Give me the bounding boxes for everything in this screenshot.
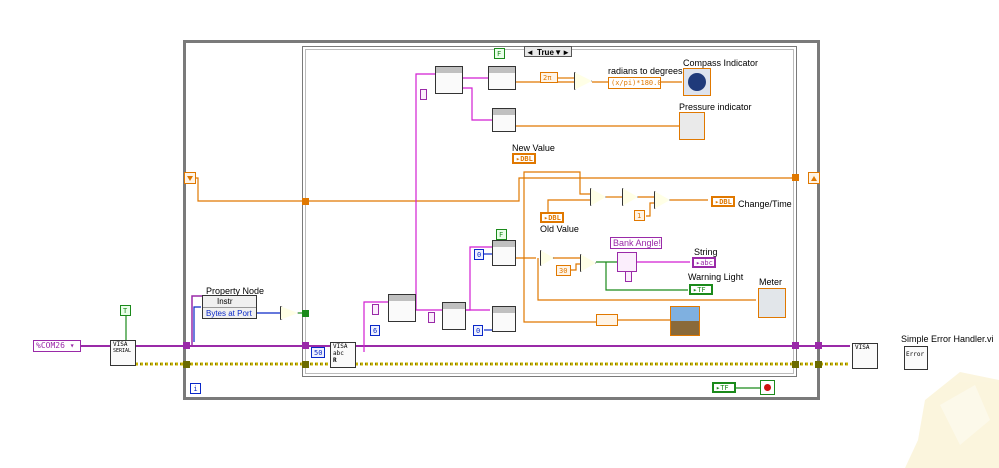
change-time-label: Change/Time: [738, 199, 792, 209]
loop-iteration-terminal: i: [190, 383, 201, 394]
index-array-node-bank[interactable]: [492, 240, 516, 266]
warning-light-terminal[interactable]: ▸TF: [689, 284, 713, 295]
tunnel: [815, 361, 822, 368]
tunnel: [302, 310, 309, 317]
visa-close-node[interactable]: VISA: [852, 343, 878, 369]
shift-register-left[interactable]: [184, 172, 196, 184]
string-label: String: [694, 247, 718, 257]
simple-error-handler-node[interactable]: Error: [904, 346, 928, 370]
change-time-terminal[interactable]: ▸DBL: [711, 196, 735, 207]
tunnel: [302, 342, 309, 349]
radians-to-degrees-label: radians to degrees: [608, 66, 683, 76]
case-increment-arrow[interactable]: ▼►: [554, 47, 570, 58]
empty-string-constant-c[interactable]: [428, 312, 435, 323]
property-node-class: Instr: [203, 296, 256, 308]
chevron-down-icon[interactable]: ▾: [65, 341, 75, 350]
empty-string-constant-b[interactable]: [372, 304, 379, 315]
compass-indicator-label: Compass Indicator: [683, 58, 759, 68]
meter-label: Meter: [759, 277, 783, 287]
index-array-node-compass[interactable]: [488, 66, 516, 90]
fifty-constant[interactable]: 50: [311, 347, 325, 358]
while-loop-frame: [183, 40, 820, 400]
bank-angle-constant[interactable]: Bank Angle!: [610, 237, 662, 249]
new-value-terminal[interactable]: ▸DBL: [512, 153, 536, 164]
empty-string-constant-a[interactable]: [420, 89, 427, 100]
scan-string-node-lower[interactable]: [442, 302, 466, 330]
bundle-node[interactable]: [596, 314, 618, 326]
formula-text: (x/pi)*180.0: [611, 79, 661, 87]
tunnel: [792, 342, 799, 349]
tunnel: [302, 361, 309, 368]
tunnel: [302, 198, 309, 205]
index-array-node-pressure[interactable]: [492, 108, 516, 132]
compass-indicator-icon[interactable]: [683, 68, 711, 96]
old-value-terminal[interactable]: ▸DBL: [540, 212, 564, 223]
warning-light-label: Warning Light: [688, 272, 744, 282]
tunnel: [815, 342, 822, 349]
case-selector[interactable]: ◄ True ▼►: [524, 46, 572, 57]
zero-constant-b[interactable]: 0: [473, 325, 483, 336]
tunnel: [183, 361, 190, 368]
attitude-indicator-icon[interactable]: [670, 306, 700, 336]
true-constant[interactable]: T: [120, 305, 131, 316]
visa-resource-value: COM26: [40, 341, 65, 350]
stop-tf-terminal[interactable]: ▸TF: [712, 382, 736, 393]
property-node[interactable]: Instr Bytes at Port: [202, 295, 257, 319]
false-constant-mid[interactable]: F: [496, 229, 507, 240]
zero-constant-a[interactable]: 0: [474, 249, 484, 260]
visa-read-node[interactable]: VISA abc R: [330, 342, 356, 368]
pressure-indicator-icon[interactable]: [679, 112, 705, 140]
string-terminal[interactable]: ▸abc: [692, 257, 716, 268]
scan-string-node-top[interactable]: [435, 66, 463, 94]
property-node-property[interactable]: Bytes at Port: [203, 308, 256, 319]
empty-string-constant-d[interactable]: [625, 271, 632, 282]
thirty-constant[interactable]: 30: [556, 265, 571, 276]
false-constant-top[interactable]: F: [494, 48, 505, 59]
stop-condition-terminal[interactable]: [760, 380, 775, 395]
shift-register-right[interactable]: [808, 172, 820, 184]
pressure-indicator-label: Pressure indicator: [679, 102, 752, 112]
select-node[interactable]: [617, 252, 637, 272]
simple-error-handler-label: Simple Error Handler.vi: [901, 334, 994, 344]
scan-string-node-mid[interactable]: [388, 294, 416, 322]
two-pi-constant[interactable]: 2π: [540, 72, 558, 83]
watermark-logo: [905, 372, 999, 468]
new-value-label: New Value: [512, 143, 555, 153]
one-constant[interactable]: 1: [634, 210, 645, 221]
tunnel: [792, 361, 799, 368]
case-selector-value: True: [537, 48, 554, 57]
tunnel: [183, 342, 190, 349]
visa-configure-serial-node[interactable]: VISA SERIAL: [110, 340, 136, 366]
six-constant[interactable]: 6: [370, 325, 380, 336]
shift-register-wire: [195, 177, 793, 202]
tunnel: [792, 174, 799, 181]
case-decrement-arrow[interactable]: ◄: [526, 47, 534, 58]
formula-node[interactable]: (x/pi)*180.0: [608, 77, 661, 89]
index-array-node-attitude[interactable]: [492, 306, 516, 332]
visa-resource-control[interactable]: %COM26 ▾: [33, 340, 81, 352]
meter-indicator-icon[interactable]: [758, 288, 786, 318]
old-value-label: Old Value: [540, 224, 579, 234]
